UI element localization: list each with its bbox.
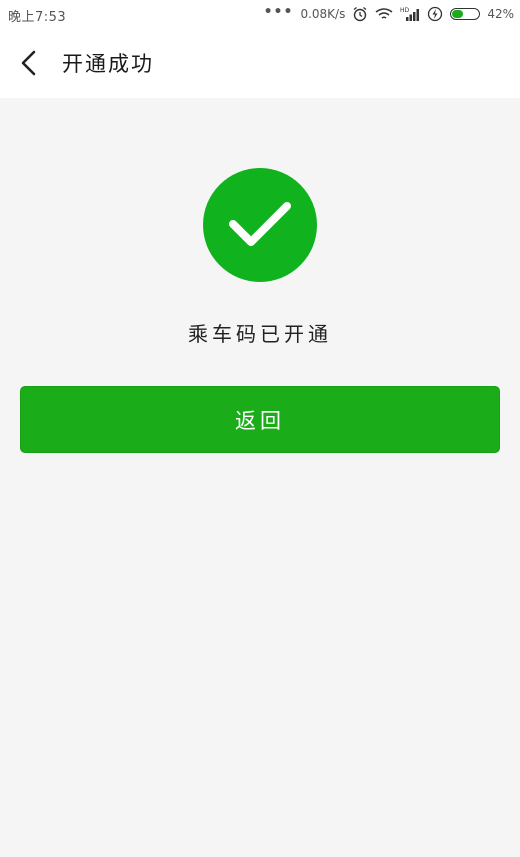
return-button[interactable]: 返回 xyxy=(20,386,500,453)
status-bar: 晚上7:53 ••• 0.08K/s HD 42% xyxy=(0,0,520,28)
chevron-left-icon xyxy=(21,50,36,76)
network-speed: 0.08K/s xyxy=(300,7,346,21)
back-button[interactable] xyxy=(12,46,46,80)
status-right-group: ••• 0.08K/s HD 42% xyxy=(264,4,514,24)
success-message: 乘车码已开通 xyxy=(188,322,332,346)
hd-badge: HD xyxy=(400,7,410,14)
charging-icon xyxy=(427,6,443,22)
status-time: 晚上7:53 xyxy=(8,10,67,25)
success-circle xyxy=(203,168,317,282)
signal-icon: HD xyxy=(400,6,420,22)
more-dots-icon: ••• xyxy=(263,4,294,20)
return-button-label: 返回 xyxy=(235,408,285,433)
nav-bar: 开通成功 xyxy=(0,28,520,98)
checkmark-icon xyxy=(229,202,291,246)
battery-icon xyxy=(450,8,481,20)
app-screen: 晚上7:53 ••• 0.08K/s HD 42% 开通成功 乘车码已开通 返回 xyxy=(0,0,520,857)
wifi-icon xyxy=(375,7,393,21)
alarm-icon xyxy=(352,6,368,22)
page-title: 开通成功 xyxy=(62,52,154,76)
battery-percent: 42% xyxy=(487,7,514,21)
battery-fill xyxy=(452,10,464,18)
